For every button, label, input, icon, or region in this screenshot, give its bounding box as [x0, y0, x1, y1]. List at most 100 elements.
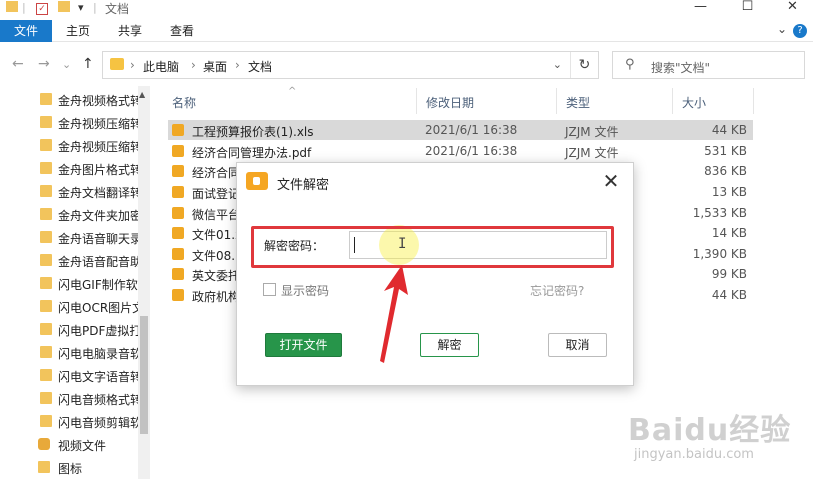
- help-icon[interactable]: ?: [793, 24, 807, 38]
- column-divider[interactable]: [672, 88, 673, 114]
- back-button[interactable]: ←: [12, 56, 24, 72]
- encrypted-file-icon: [172, 165, 184, 177]
- column-divider[interactable]: [416, 88, 417, 114]
- scroll-up-icon[interactable]: ▲: [139, 90, 145, 99]
- column-header-date[interactable]: 修改日期: [426, 88, 474, 118]
- sidebar-item[interactable]: 闪电音频格式转: [0, 387, 138, 409]
- folder-icon: [40, 162, 52, 174]
- forgot-password-link[interactable]: 忘记密码?: [530, 282, 584, 299]
- column-header-name[interactable]: 名称: [172, 88, 196, 118]
- folder-icon: [40, 277, 52, 289]
- navigation-pane: 金舟视频格式转 金舟视频压缩转 金舟视频压缩转 金舟图片格式转 金舟文档翻译转 …: [0, 86, 150, 479]
- tab-home[interactable]: 主页: [66, 20, 90, 42]
- tab-view[interactable]: 查看: [170, 20, 194, 42]
- sidebar-item[interactable]: 闪电电脑录音软: [0, 341, 138, 363]
- sidebar-item[interactable]: 金舟文档翻译转: [0, 180, 138, 202]
- sidebar-item[interactable]: 金舟视频压缩转: [0, 134, 138, 156]
- sidebar-item-label: 金舟视频格式转: [58, 94, 138, 108]
- sidebar-item[interactable]: 图标: [0, 456, 138, 478]
- watermark: Baidu经验 jingyan.baidu.com: [620, 405, 810, 475]
- new-folder-icon[interactable]: [58, 1, 70, 17]
- file-type: JZJM 文件: [565, 146, 619, 160]
- breadcrumb-desktop[interactable]: 桌面: [203, 58, 227, 75]
- breadcrumb-documents[interactable]: 文档: [248, 58, 272, 75]
- sidebar-item[interactable]: 金舟图片格式转: [0, 157, 138, 179]
- chevron-down-icon[interactable]: ⌄: [553, 58, 562, 71]
- maximize-button[interactable]: ☐: [725, 0, 770, 20]
- window-title: 文档: [105, 2, 130, 16]
- sidebar-item-label: 金舟语音配音助: [58, 255, 138, 269]
- sidebar-item-label: 闪电电脑录音软: [58, 347, 138, 361]
- sidebar-item[interactable]: 金舟文件夹加密: [0, 203, 138, 225]
- minimize-button[interactable]: —: [678, 0, 723, 20]
- column-header-type[interactable]: 类型: [566, 88, 590, 118]
- sidebar-item-label: 金舟文件夹加密: [58, 209, 138, 223]
- encrypted-file-icon: [172, 207, 184, 219]
- sidebar-item[interactable]: 闪电OCR图片文: [0, 295, 138, 317]
- sidebar-item[interactable]: 闪电音频剪辑软: [0, 410, 138, 432]
- expand-ribbon-icon[interactable]: ⌄: [777, 22, 787, 36]
- column-header-size[interactable]: 大小: [682, 88, 706, 118]
- folder-icon: [40, 300, 52, 312]
- encrypted-file-icon: [172, 124, 184, 136]
- file-name: 经济合同: [192, 166, 241, 180]
- show-password-label[interactable]: 显示密码: [281, 282, 329, 299]
- quick-access-dropdown-icon[interactable]: ▾: [78, 1, 84, 17]
- file-date: 2021/6/1 16:38: [425, 144, 518, 158]
- chevron-right-icon: ›: [235, 58, 240, 72]
- file-size: 44 KB: [711, 288, 747, 302]
- decrypt-button[interactable]: 解密: [420, 333, 479, 357]
- tab-share[interactable]: 共享: [118, 20, 142, 42]
- file-row[interactable]: 经济合同管理办法.pdf 2021/6/1 16:38 JZJM 文件 531 …: [168, 141, 753, 161]
- sort-ascending-icon: ^: [288, 86, 297, 97]
- file-date: 2021/6/1 16:38: [425, 123, 518, 137]
- folder-icon: [40, 231, 52, 243]
- column-divider[interactable]: [556, 88, 557, 114]
- file-size: 14 KB: [711, 226, 747, 240]
- open-file-button[interactable]: 打开文件: [265, 333, 342, 357]
- annotation-box: [251, 226, 614, 268]
- sidebar-item-label: 闪电OCR图片文: [58, 301, 138, 315]
- search-input[interactable]: 搜索"文档": [651, 59, 710, 76]
- folder-icon: [6, 1, 18, 17]
- close-button[interactable]: ✕: [770, 0, 813, 20]
- sidebar-item[interactable]: 闪电GIF制作软: [0, 272, 138, 294]
- sidebar-item-label: 闪电文字语音转: [58, 370, 138, 384]
- sidebar-item[interactable]: 闪电文字语音转: [0, 364, 138, 386]
- sidebar-item[interactable]: 闪电PDF虚拟打: [0, 318, 138, 340]
- properties-icon[interactable]: ✓: [36, 1, 48, 17]
- folder-icon: [40, 346, 52, 358]
- sidebar-item-label: 闪电GIF制作软: [58, 278, 138, 292]
- cancel-button[interactable]: 取消: [548, 333, 607, 357]
- show-password-checkbox[interactable]: [263, 283, 276, 296]
- lock-folder-icon: [246, 172, 268, 190]
- sidebar-item[interactable]: 金舟视频压缩转: [0, 111, 138, 133]
- sidebar-item[interactable]: 金舟视频格式转: [0, 88, 138, 110]
- tab-file[interactable]: 文件: [0, 20, 52, 42]
- refresh-button[interactable]: ↻: [570, 52, 598, 78]
- scrollbar-thumb[interactable]: [140, 316, 148, 434]
- column-divider[interactable]: [753, 88, 754, 114]
- breadcrumb-this-pc[interactable]: 此电脑: [143, 58, 179, 75]
- file-type: JZJM 文件: [565, 125, 619, 139]
- separator: |: [22, 1, 26, 14]
- dialog-close-button[interactable]: ✕: [597, 167, 625, 195]
- folder-icon: [38, 461, 50, 473]
- annotation-arrow-icon: [380, 265, 408, 363]
- encrypted-file-icon: [172, 145, 184, 157]
- address-bar[interactable]: › 此电脑 › 桌面 › 文档 ⌄ ↻: [102, 51, 599, 79]
- sidebar-item[interactable]: 金舟语音聊天录: [0, 226, 138, 248]
- sidebar-item[interactable]: 视频文件: [0, 433, 138, 455]
- locked-folder-icon: [38, 438, 50, 450]
- recent-locations-button[interactable]: ⌄: [62, 58, 71, 71]
- sidebar-scrollbar[interactable]: ▲: [138, 86, 150, 479]
- folder-icon: [110, 58, 124, 70]
- file-name: 面试登记: [192, 187, 241, 201]
- up-button[interactable]: ↑: [82, 56, 94, 72]
- file-row[interactable]: 工程预算报价表(1).xls 2021/6/1 16:38 JZJM 文件 44…: [168, 120, 753, 140]
- forward-button[interactable]: →: [38, 56, 50, 72]
- sidebar-item[interactable]: 金舟语音配音助: [0, 249, 138, 271]
- watermark-logo: Baidu经验: [628, 413, 792, 448]
- search-box[interactable]: ⚲ 搜索"文档": [612, 51, 805, 79]
- watermark-url: jingyan.baidu.com: [634, 447, 754, 462]
